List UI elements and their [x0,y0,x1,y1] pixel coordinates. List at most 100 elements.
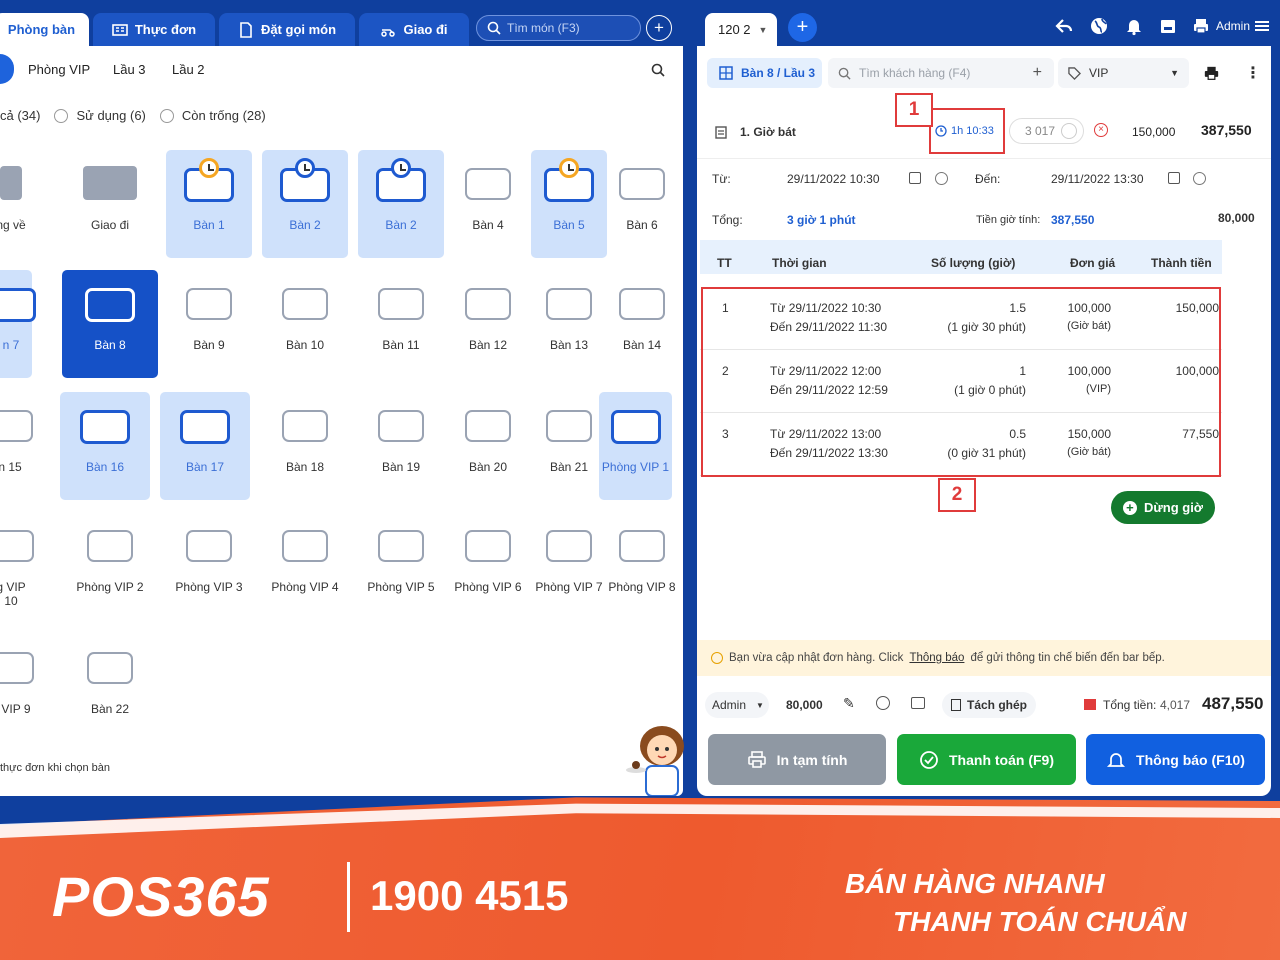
table-card[interactable]: Phòng VIP 2 [62,512,158,620]
calendar-icon[interactable] [909,172,921,184]
table-shape-icon [619,530,665,562]
table-card[interactable]: Bàn 13 [531,270,607,378]
table-card[interactable]: n 15 [0,392,33,500]
notify-button[interactable]: Thông báo (F10) [1086,734,1265,785]
table-card[interactable]: Phòng VIP 8 [606,512,678,620]
history-icon[interactable] [876,696,890,710]
table-shape-icon [378,410,424,442]
table-card[interactable]: Bàn 2 [358,150,444,258]
table-card[interactable]: Phòng VIP 5 [358,512,444,620]
table-card[interactable]: g VIP 9 [0,634,34,742]
table-card[interactable]: Bàn 16 [60,392,150,500]
table-card[interactable]: Bàn 21 [531,392,607,500]
to-datetime[interactable]: 29/11/2022 13:30 [1051,172,1144,186]
plus-icon[interactable]: + [1033,64,1042,82]
tab-phong-ban[interactable]: Phòng bàn [0,13,89,46]
table-card[interactable]: Bàn 1 [166,150,252,258]
floor-all-pill[interactable] [0,54,14,84]
filter-empty[interactable]: Còn trống (28) [159,108,266,123]
table-card[interactable]: Bàn 11 [358,270,444,378]
table-card[interactable]: Bàn 20 [448,392,528,500]
more-icon[interactable]: ⋮ [1245,63,1261,83]
table-card[interactable]: Bàn 8 [62,270,158,378]
pencil-icon[interactable]: ✎ [843,695,855,712]
table-card[interactable]: Bàn 5 [531,150,607,258]
stop-time-button[interactable]: + Dừng giờ [1111,491,1215,524]
item-title[interactable]: 1. Giờ bát [740,125,796,139]
store-icon[interactable] [1158,16,1178,36]
table-card[interactable]: Bàn 6 [606,150,678,258]
table-card[interactable]: Bàn 2 [262,150,348,258]
table-name: Phòng VIP 6 [454,580,522,594]
table-card[interactable]: Phòng VIP 3 [166,512,252,620]
search-icon[interactable] [651,63,665,77]
table-card[interactable]: Bàn 4 [448,150,528,258]
customer-search-input[interactable]: Tìm khách hàng (F4) + [828,58,1054,88]
table-card[interactable]: Phòng VIP 1 [599,392,672,500]
from-datetime[interactable]: 29/11/2022 10:30 [787,172,880,186]
table-shape-icon [0,652,34,684]
table-card[interactable]: Bàn 17 [160,392,250,500]
clock-icon[interactable] [935,172,948,185]
globe-icon[interactable] [1089,16,1109,36]
table-card[interactable]: Bàn 9 [166,270,252,378]
table-name: Phòng VIP 2 [76,580,144,594]
table-name: n 15 [0,460,22,474]
table-card[interactable]: g VIP 10 [0,512,34,620]
printer-icon[interactable] [1191,16,1211,36]
split-icon [950,699,961,711]
table-card[interactable]: Giao đi [62,150,158,258]
clock-icon[interactable] [1193,172,1206,185]
table-card[interactable]: n 7 [0,270,36,378]
search-icon [487,21,501,35]
floor-tab[interactable]: Phòng VIP [28,62,90,77]
table-card[interactable]: Bàn 18 [262,392,348,500]
table-shape-icon [619,168,665,200]
add-item-button[interactable]: + [646,15,672,41]
user-name[interactable]: Admin [1216,19,1250,33]
table-card[interactable]: Phòng VIP 6 [448,512,528,620]
bell-icon [1106,752,1126,767]
printer-icon[interactable] [911,697,925,709]
table-card[interactable]: ng về [0,150,32,258]
back-icon[interactable] [1054,16,1074,36]
quantity-field[interactable]: 3 017 [1009,118,1084,144]
order-tab[interactable]: 120 2 ▼ [705,13,777,46]
menu-search-input[interactable]: Tìm món (F3) [476,15,641,41]
table-card[interactable]: Bàn 10 [262,270,348,378]
printer-icon[interactable] [1203,66,1220,81]
floor-tab[interactable]: Lầu 3 [113,62,146,77]
tab-giao-di[interactable]: Giao đi [359,13,469,46]
tab-thuc-don[interactable]: Thực đơn [93,13,215,46]
pay-button[interactable]: Thanh toán (F9) [897,734,1076,785]
staff-select[interactable]: Admin ▼ [705,692,769,718]
calendar-icon[interactable] [1168,172,1180,184]
add-order-button[interactable]: + [788,13,817,42]
table-name: Bàn 20 [468,460,508,474]
delivery-icon [381,28,396,37]
table-card[interactable]: Bàn 22 [62,634,158,742]
table-card[interactable]: Bàn 12 [448,270,528,378]
table-card[interactable]: Bàn 19 [358,392,444,500]
plus-circle-icon: + [1122,500,1137,515]
bell-icon[interactable] [1124,16,1144,36]
filter-all[interactable]: cả (34) [0,108,40,123]
price-list-select[interactable]: VIP ▼ [1058,58,1189,88]
left-footer-note: thực đơn khi chọn bàn [0,762,110,774]
split-merge-button[interactable]: Tách ghép [942,692,1036,718]
hamburger-icon[interactable] [1254,16,1270,36]
filter-in-use[interactable]: Sử dụng (6) [54,108,146,123]
table-name: Bàn 19 [381,460,421,474]
print-draft-button[interactable]: In tạm tính [708,734,886,785]
floor-tab[interactable]: Lầu 2 [172,62,205,77]
mascot-illustration [626,726,684,796]
table-card[interactable]: Phòng VIP 7 [531,512,607,620]
table-name: Bàn 1 [193,218,225,232]
slogan-line-1: BÁN HÀNG NHANH [845,868,1105,899]
notice-link[interactable]: Thông báo [909,652,964,664]
remove-icon[interactable]: × [1094,123,1108,137]
table-location-button[interactable]: Bàn 8 / Lầu 3 [707,58,822,88]
table-card[interactable]: Phòng VIP 4 [262,512,348,620]
table-card[interactable]: Bàn 14 [606,270,678,378]
tab-dat-goi-mon[interactable]: Đặt gọi món [219,13,355,46]
